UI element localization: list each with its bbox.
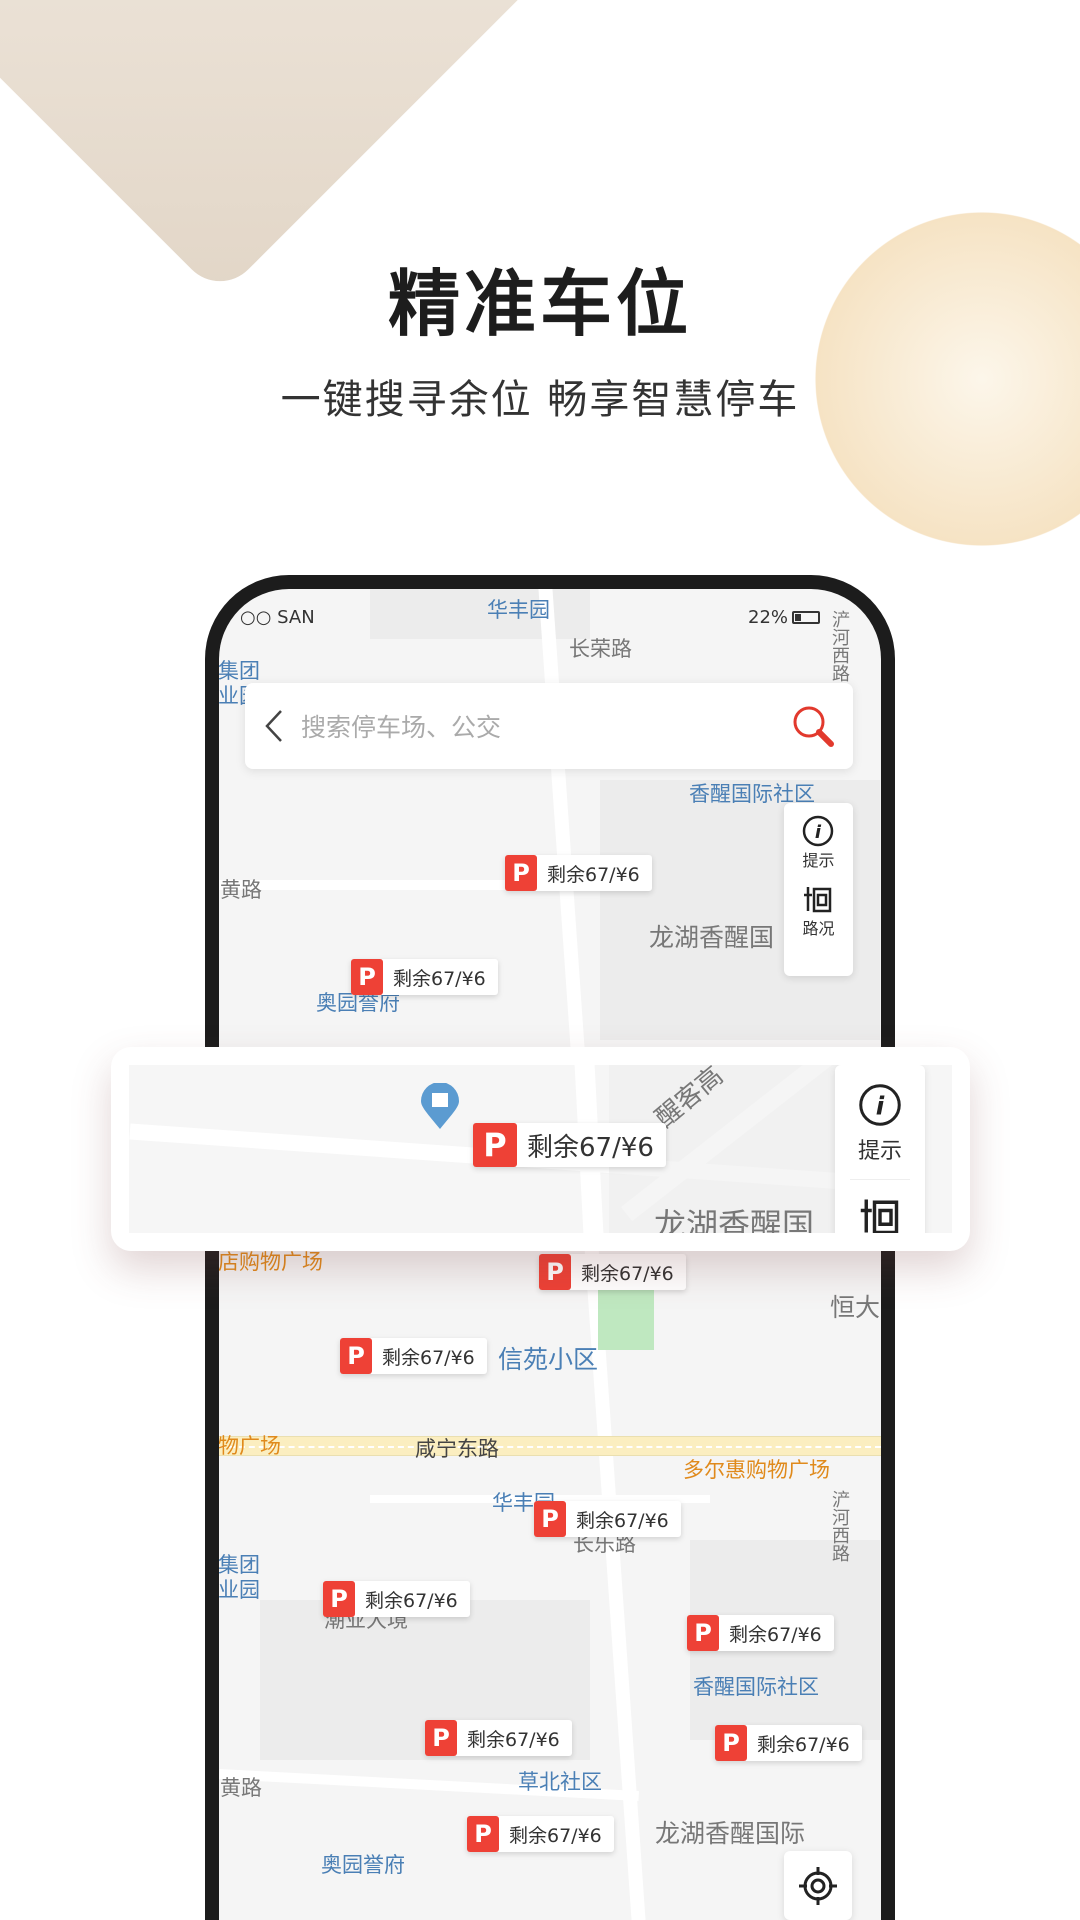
parking-marker[interactable]: P 剩余67/¥6 bbox=[687, 1615, 834, 1651]
map-label: 物广场 bbox=[218, 1434, 281, 1458]
parking-icon: P bbox=[351, 959, 383, 995]
parking-icon: P bbox=[473, 1123, 517, 1167]
tip-label: 提示 bbox=[857, 1139, 902, 1164]
parking-icon: P bbox=[715, 1725, 747, 1761]
map-label: 恒大 bbox=[830, 1293, 881, 1322]
map-label: 香醒国际社区 bbox=[693, 1675, 819, 1699]
parking-marker[interactable]: P 剩余67/¥6 bbox=[539, 1254, 686, 1290]
info-icon: i bbox=[859, 1084, 901, 1126]
parking-icon: P bbox=[467, 1816, 499, 1852]
parking-icon: P bbox=[340, 1338, 372, 1374]
parking-marker[interactable]: P 剩余67/¥6 bbox=[473, 1123, 666, 1167]
locate-button[interactable] bbox=[784, 1851, 852, 1920]
map-label: 信苑小区 bbox=[498, 1345, 599, 1374]
marker-text: 剩余67/¥6 bbox=[729, 1623, 822, 1646]
marker-text: 剩余67/¥6 bbox=[467, 1728, 560, 1751]
marker-text: 剩余67/¥6 bbox=[509, 1824, 602, 1847]
parking-icon: P bbox=[539, 1254, 571, 1290]
parking-icon: P bbox=[687, 1615, 719, 1651]
parking-icon: P bbox=[425, 1720, 457, 1756]
parking-marker[interactable]: P 剩余67/¥6 bbox=[351, 959, 498, 995]
marker-text: 剩余67/¥6 bbox=[365, 1589, 458, 1612]
search-icon[interactable] bbox=[791, 704, 835, 748]
parking-icon: P bbox=[323, 1581, 355, 1617]
zoomed-map: 醒客高 龙湖香醒国 P 剩余67/¥6 i 提示 bbox=[129, 1065, 952, 1233]
search-bar[interactable]: 搜索停车场、公交 bbox=[245, 683, 853, 769]
tip-button[interactable]: i 提示 bbox=[802, 815, 835, 871]
green-area bbox=[598, 1283, 654, 1350]
map-label: 多尔惠购物广场 bbox=[683, 1458, 830, 1482]
map-label: 奥园誉府 bbox=[321, 1853, 405, 1877]
parking-marker[interactable]: P 剩余67/¥6 bbox=[715, 1725, 862, 1761]
marker-text: 剩余67/¥6 bbox=[393, 967, 486, 990]
zoom-callout: 醒客高 龙湖香醒国 P 剩余67/¥6 i 提示 bbox=[111, 1047, 970, 1251]
svg-text:i: i bbox=[876, 1092, 885, 1121]
parking-marker[interactable]: P 剩余67/¥6 bbox=[340, 1338, 487, 1374]
search-input[interactable]: 搜索停车场、公交 bbox=[301, 708, 791, 744]
parking-marker[interactable]: P 剩余67/¥6 bbox=[467, 1816, 614, 1852]
parking-marker[interactable]: P 剩余67/¥6 bbox=[425, 1720, 572, 1756]
map-label: 咸宁东路 bbox=[415, 1437, 499, 1461]
marker-text: 剩余67/¥6 bbox=[576, 1509, 669, 1532]
parking-marker[interactable]: P 剩余67/¥6 bbox=[323, 1581, 470, 1617]
page-title: 精准车位 bbox=[387, 262, 692, 346]
marker-text: 剩余67/¥6 bbox=[382, 1346, 475, 1369]
area-label: 龙湖香醒国 bbox=[654, 1206, 815, 1233]
info-icon: i bbox=[803, 815, 834, 847]
map-label: 龙湖香醒国际 bbox=[655, 1819, 806, 1848]
parking-icon: P bbox=[534, 1501, 566, 1537]
map-label: 黄路 bbox=[220, 1776, 262, 1800]
map-label: 草北社区 bbox=[518, 1770, 602, 1794]
carrier-status: ○○ SAN bbox=[240, 607, 315, 628]
traffic-icon bbox=[860, 1199, 899, 1233]
marker-text: 剩余67/¥6 bbox=[581, 1262, 674, 1285]
parking-marker[interactable]: P 剩余67/¥6 bbox=[505, 855, 652, 891]
map-label: 业园 bbox=[218, 1578, 260, 1602]
marker-text: 剩余67/¥6 bbox=[757, 1733, 850, 1756]
map-label: 浐河西路 bbox=[829, 1490, 850, 1562]
map-label: 龙湖香醒国 bbox=[649, 923, 775, 952]
map-tools: i 提示 路况 bbox=[784, 803, 853, 976]
svg-text:i: i bbox=[815, 822, 822, 843]
marker-text: 剩余67/¥6 bbox=[547, 863, 640, 886]
map-label: 华丰园 bbox=[487, 598, 550, 622]
road-xianning bbox=[219, 1436, 881, 1456]
battery-level: 22% bbox=[748, 607, 789, 628]
page-subtitle: 一键搜寻余位 畅享智慧停车 bbox=[280, 377, 800, 423]
parking-icon: P bbox=[505, 855, 537, 891]
map-label: 浐河西路 bbox=[829, 610, 850, 682]
locate-icon bbox=[799, 1866, 837, 1905]
battery-icon bbox=[792, 611, 821, 624]
traffic-icon bbox=[804, 887, 832, 913]
map-label: 黄路 bbox=[220, 878, 262, 902]
chevron-left-icon[interactable] bbox=[263, 708, 285, 744]
map-label: 长荣路 bbox=[569, 637, 632, 661]
traffic-button[interactable]: 路况 bbox=[802, 883, 835, 939]
poi-pin-icon bbox=[421, 1083, 459, 1129]
parking-marker[interactable]: P 剩余67/¥6 bbox=[534, 1501, 681, 1537]
zoomed-tools: i 提示 bbox=[835, 1065, 925, 1233]
